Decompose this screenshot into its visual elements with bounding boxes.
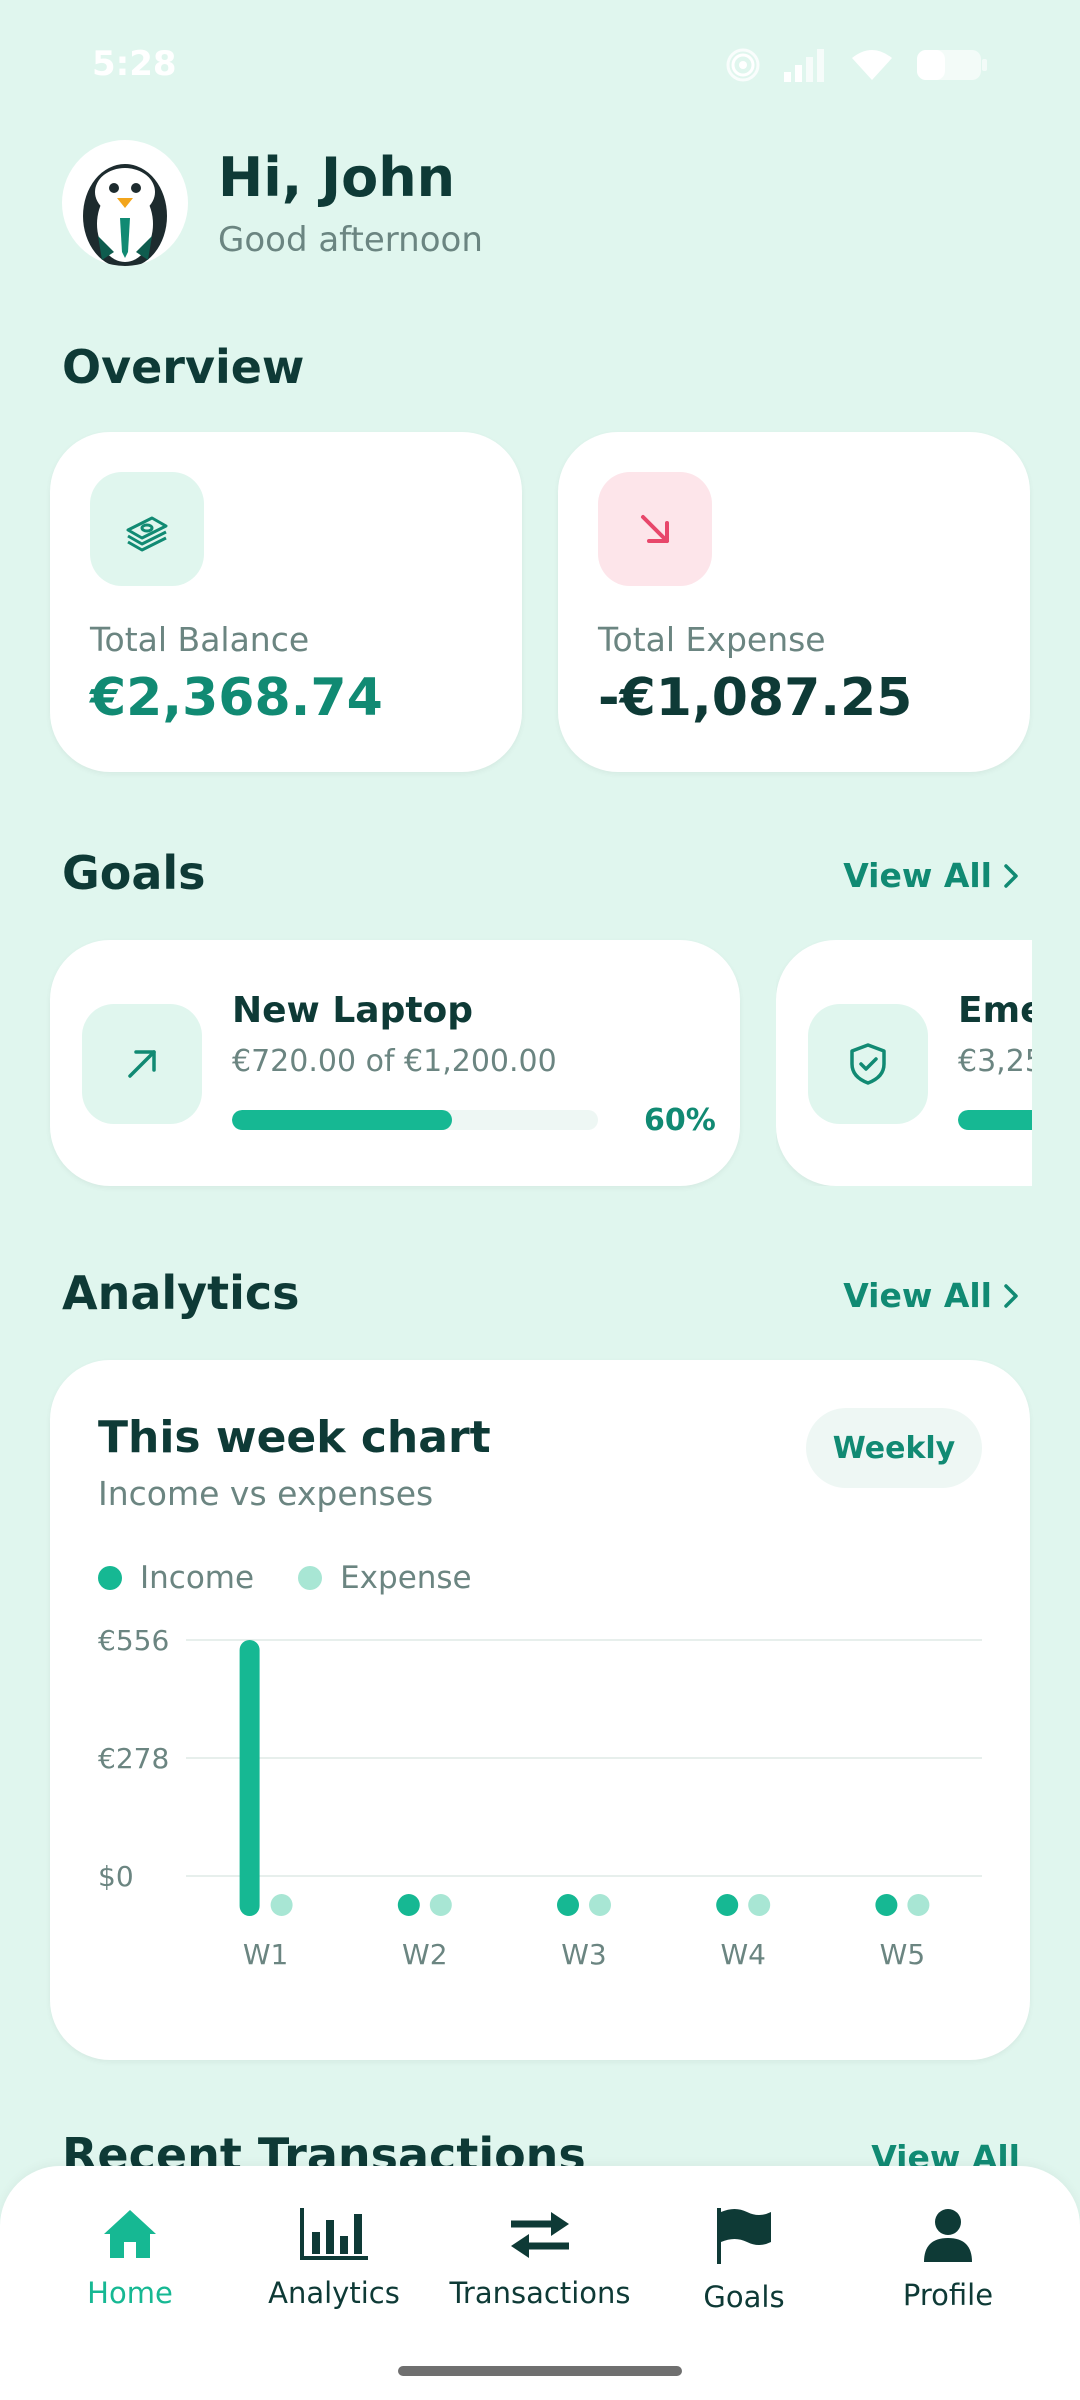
x-tick-label: W2 [402, 1938, 448, 1971]
nav-label: Analytics [268, 2276, 400, 2310]
total-balance-label: Total Balance [90, 620, 310, 659]
x-tick-label: W3 [561, 1938, 607, 1971]
total-expense-card[interactable]: Total Expense -€1,087.25 [558, 432, 1030, 772]
chart-point-income [557, 1894, 579, 1916]
overview-title: Overview [62, 340, 305, 394]
chevron-right-icon [1004, 1283, 1018, 1308]
goal-progress-bar [958, 1110, 1032, 1130]
balance-icon-tile [90, 472, 204, 586]
nav-goals[interactable]: Goals [644, 2206, 844, 2314]
nav-label: Goals [703, 2280, 785, 2314]
goal-progress-fill [958, 1110, 1032, 1130]
goal-icon-tile [808, 1004, 928, 1124]
nav-transactions[interactable]: Transactions [440, 2206, 640, 2310]
battery-icon [917, 50, 987, 80]
chart-point-expense [429, 1894, 452, 1916]
analytics-title: Analytics [62, 1266, 300, 1320]
y-tick-label: €556 [98, 1624, 169, 1657]
chart-point-income [716, 1894, 739, 1916]
goal-name: New Laptop [232, 990, 474, 1031]
money-stack-icon [126, 516, 168, 552]
x-tick-label: W4 [720, 1938, 766, 1971]
goals-title: Goals [62, 846, 206, 900]
nav-label: Transactions [449, 2276, 631, 2310]
goal-card-clip: Eme €3,25 [776, 940, 1032, 1186]
goal-percent: 60% [644, 1103, 716, 1138]
goal-progress-fill [232, 1110, 452, 1130]
total-expense-label: Total Expense [598, 620, 826, 659]
nav-home[interactable]: Home [30, 2206, 230, 2310]
expense-icon-tile [598, 472, 712, 586]
chart-point-income [875, 1894, 898, 1916]
greeting: Hi, John [218, 146, 456, 209]
goals-view-all-label: View All [843, 856, 992, 895]
status-time: 5:28 [92, 44, 177, 84]
chart-point-expense [748, 1894, 771, 1916]
chart-point-expense [589, 1894, 611, 1916]
goal-icon-tile [82, 1004, 202, 1124]
chevron-right-icon [1004, 863, 1018, 888]
chart-point-expense [907, 1894, 930, 1916]
signal-icon [784, 49, 824, 82]
analytics-chart-card: This week chart Income vs expenses Weekl… [50, 1360, 1030, 2060]
total-expense-value: -€1,087.25 [598, 668, 913, 728]
analytics-view-all-link[interactable]: View All [843, 1276, 1020, 1315]
home-icon [104, 2210, 156, 2258]
bottom-navigation: Home Analytics Transactions Goals Profil… [0, 2166, 1080, 2400]
goals-view-all-link[interactable]: View All [843, 856, 1020, 895]
goal-name: Eme [958, 990, 1032, 1031]
analytics-view-all-label: View All [843, 1276, 992, 1315]
home-indicator [398, 2366, 682, 2376]
nav-analytics[interactable]: Analytics [234, 2206, 434, 2310]
wifi-icon [852, 50, 892, 80]
nav-label: Profile [902, 2278, 994, 2312]
status-icons [726, 48, 988, 82]
arrow-down-right-icon [641, 515, 669, 543]
goal-progress-text: €720.00 of €1,200.00 [232, 1044, 557, 1079]
x-tick-label: W1 [243, 1938, 289, 1971]
chart-bar-income [239, 1640, 260, 1916]
arrow-up-right-icon [128, 1050, 156, 1078]
greeting-subtitle: Good afternoon [218, 220, 483, 260]
total-balance-value: €2,368.74 [90, 668, 383, 728]
total-balance-card[interactable]: Total Balance €2,368.74 [50, 432, 522, 772]
status-bar: 5:28 [0, 0, 1080, 130]
goal-progress-text: €3,25 [958, 1044, 1032, 1079]
penguin-avatar-icon [83, 164, 167, 266]
user-icon [924, 2209, 972, 2262]
chart-point-expense [270, 1894, 293, 1916]
chart-point-income [397, 1894, 420, 1916]
bar-chart-icon [300, 2208, 368, 2260]
income-expense-chart: €556 €278 $0 W1 W2 W3 W4 W5 [98, 1624, 982, 1971]
shield-check-icon [850, 1043, 886, 1085]
goal-card-new-laptop[interactable]: New Laptop €720.00 of €1,200.00 60% [50, 940, 740, 1186]
transfer-arrows-icon [511, 2212, 569, 2258]
goal-progress-bar [232, 1110, 598, 1130]
nav-profile[interactable]: Profile [848, 2206, 1048, 2312]
avatar[interactable] [62, 140, 188, 266]
y-tick-label: €278 [98, 1742, 169, 1775]
x-tick-label: W5 [880, 1938, 926, 1971]
flag-icon [717, 2208, 771, 2264]
y-tick-label: $0 [98, 1860, 134, 1893]
nav-label: Home [87, 2276, 173, 2310]
goal-card-emergency[interactable]: Eme €3,25 [776, 940, 1032, 1186]
hotspot-icon [726, 48, 760, 82]
